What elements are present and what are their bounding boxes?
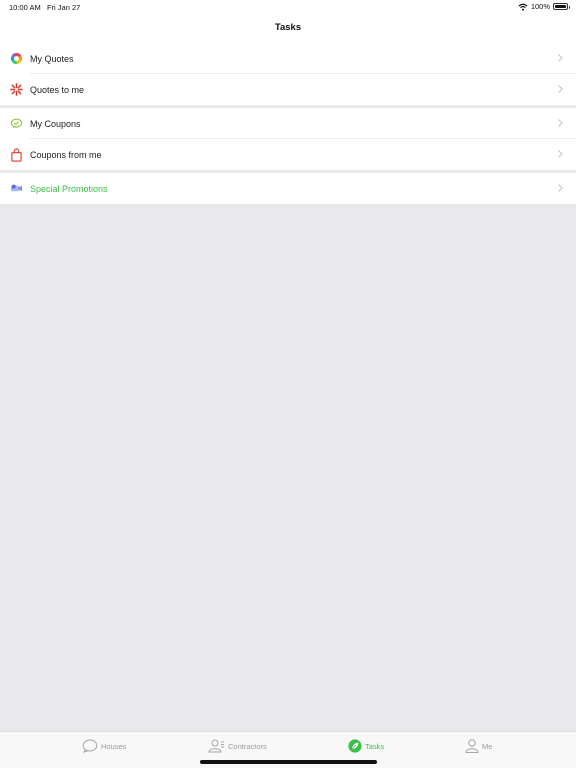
list-group-coupons: My Coupons Coupons from me — [0, 108, 576, 170]
list-item-my-quotes[interactable]: My Quotes — [0, 43, 576, 74]
battery-icon — [553, 3, 570, 10]
speech-bubble-icon — [82, 739, 98, 753]
tab-contractors[interactable]: Contractors — [208, 739, 267, 753]
chevron-right-icon — [558, 54, 563, 62]
list-item-quotes-to-me[interactable]: Quotes to me — [0, 74, 576, 105]
list-item-coupons-from-me[interactable]: Coupons from me — [0, 139, 576, 170]
shopping-bag-icon — [9, 147, 23, 162]
status-time: 10:00 AM — [9, 3, 41, 12]
status-bar: 10:00 AM Fri Jan 27 100% — [0, 0, 576, 14]
tab-houses[interactable]: Houses — [82, 739, 126, 753]
tab-label: Tasks — [365, 741, 385, 751]
leaf-icon — [348, 739, 362, 753]
people-icon — [208, 739, 224, 753]
tab-me[interactable]: Me — [465, 739, 492, 753]
list-group-promotions: Special Promotions — [0, 173, 576, 204]
list-item-my-coupons[interactable]: My Coupons — [0, 108, 576, 139]
tab-label: Me — [482, 741, 493, 751]
coupon-bubble-icon — [9, 117, 23, 131]
person-icon — [465, 739, 479, 753]
status-right: 100% — [518, 2, 570, 11]
list-item-label: Coupons from me — [30, 149, 102, 160]
chevron-right-icon — [558, 85, 563, 93]
tab-label: Contractors — [228, 741, 267, 751]
wifi-icon — [518, 3, 528, 11]
tab-tasks[interactable]: Tasks — [348, 739, 384, 753]
page-title: Tasks — [274, 22, 302, 33]
nav-bar: Tasks — [0, 14, 576, 43]
tab-label: Houses — [101, 741, 127, 751]
list-item-label: My Coupons — [30, 118, 81, 129]
chevron-right-icon — [558, 119, 563, 127]
starburst-icon — [9, 83, 23, 97]
battery-percent: 100% — [530, 2, 550, 11]
status-time-date: 10:00 AM Fri Jan 27 — [9, 3, 80, 12]
status-date: Fri Jan 27 — [46, 3, 81, 12]
list-item-label: Quotes to me — [30, 84, 85, 95]
chevron-right-icon — [558, 184, 563, 192]
list-item-special-promotions[interactable]: Special Promotions — [0, 173, 576, 204]
list-item-label: Special Promotions — [30, 183, 108, 194]
list-item-label: My Quotes — [30, 53, 74, 64]
home-indicator[interactable] — [200, 760, 377, 764]
color-wheel-icon — [9, 52, 23, 66]
promotion-icon — [9, 182, 23, 196]
chevron-right-icon — [558, 150, 563, 158]
list-group-quotes: My Quotes Quotes to me — [0, 43, 576, 105]
